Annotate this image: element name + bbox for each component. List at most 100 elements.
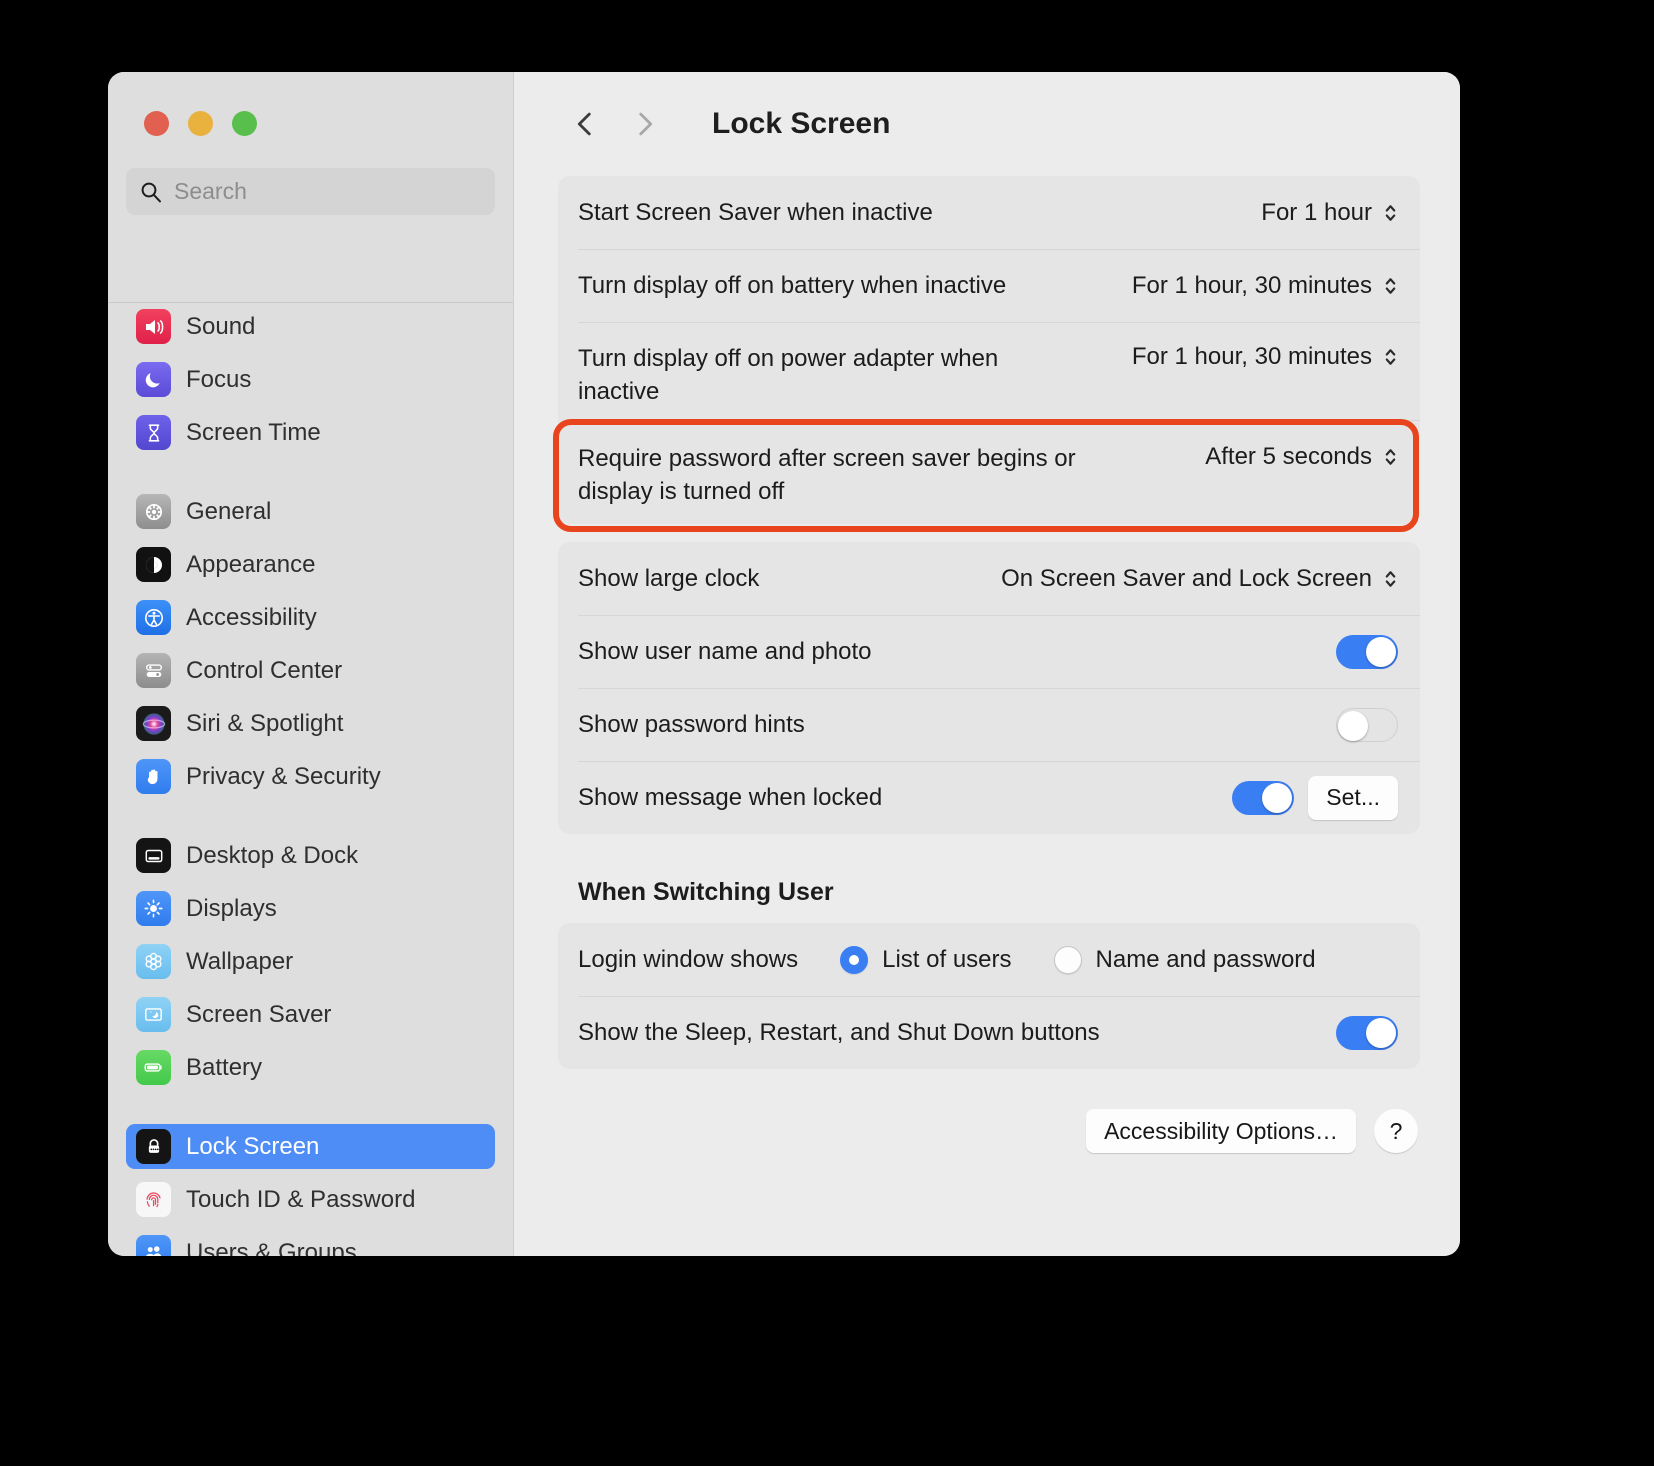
focus-icon [136,362,171,397]
zoom-button[interactable] [232,111,257,136]
sidebar-item-touch-id-password[interactable]: Touch ID & Password [126,1177,495,1222]
sidebar-item-label: Sound [186,313,255,341]
show-message-when-locked-toggle[interactable] [1232,781,1294,815]
show-user-name-photo-toggle[interactable] [1336,635,1398,669]
show-large-clock-popup[interactable]: On Screen Saver and Lock Screen [1001,564,1398,594]
row-label: Turn display off on battery when inactiv… [578,269,1132,302]
sidebar-item-sound[interactable]: Sound [126,304,495,349]
chevron-updown-icon [1383,564,1398,594]
row-show-sleep-restart-shutdown[interactable]: Show the Sleep, Restart, and Shut Down b… [558,996,1420,1069]
minimize-button[interactable] [188,111,213,136]
sidebar-item-general[interactable]: General [126,489,495,534]
row-require-password[interactable]: Require password after screen saver begi… [558,420,1420,524]
sidebar-item-siri-spotlight[interactable]: Siri & Spotlight [126,701,495,746]
siri-icon [136,706,171,741]
display-off-battery-popup[interactable]: For 1 hour, 30 minutes [1132,271,1398,301]
set-message-button[interactable]: Set... [1308,776,1398,820]
sound-icon [136,309,171,344]
screentime-icon [136,415,171,450]
sidebar-item-label: Appearance [186,551,315,579]
search-input[interactable] [174,178,481,205]
section-heading-switching-user: When Switching User [578,878,1420,907]
sidebar-spacer [108,807,513,833]
switching-user-card: Login window shows List of users Name an… [558,923,1420,1069]
sidebar-item-label: Accessibility [186,604,317,632]
row-control: For 1 hour, 30 minutes [1132,342,1398,372]
help-button[interactable]: ? [1374,1109,1418,1153]
sidebar-item-label: Displays [186,895,277,923]
sidebar-item-control-center[interactable]: Control Center [126,648,495,693]
chevron-left-icon[interactable] [562,101,608,147]
traffic-lights [108,72,513,136]
show-password-hints-toggle[interactable] [1336,708,1398,742]
radio-option-list-of-users[interactable]: List of users [840,946,1011,974]
screensaver-icon [136,997,171,1032]
sidebar-item-accessibility[interactable]: Accessibility [126,595,495,640]
chevron-right-icon[interactable] [622,101,668,147]
row-label: Login window shows [578,943,798,976]
sidebar-item-wallpaper[interactable]: Wallpaper [126,939,495,984]
users-icon [136,1235,171,1256]
row-label: Show large clock [578,562,1001,595]
row-label: Show user name and photo [578,635,1336,668]
sidebar-item-battery[interactable]: Battery [126,1045,495,1090]
sidebar-item-desktop-dock[interactable]: Desktop & Dock [126,833,495,878]
sidebar-item-label: Focus [186,366,251,394]
radio-option-name-and-password[interactable]: Name and password [1054,946,1316,974]
close-button[interactable] [144,111,169,136]
radio-button[interactable] [1054,946,1082,974]
radio-button[interactable] [840,946,868,974]
popup-value: After 5 seconds [1205,443,1372,471]
row-display-off-power-adapter[interactable]: Turn display off on power adapter when i… [558,322,1420,420]
row-login-window-shows: Login window shows List of users Name an… [558,923,1420,996]
desktopdock-icon [136,838,171,873]
popup-value: On Screen Saver and Lock Screen [1001,565,1372,593]
row-label: Require password after screen saver begi… [578,442,1138,508]
sidebar-item-focus[interactable]: Focus [126,357,495,402]
sidebar-item-label: Users & Groups [186,1239,357,1257]
sidebar-item-appearance[interactable]: Appearance [126,542,495,587]
row-label: Show password hints [578,708,1336,741]
row-display-off-battery[interactable]: Turn display off on battery when inactiv… [558,249,1420,322]
toggle-knob [1366,1018,1396,1048]
sidebar-nav[interactable]: Sound Focus Screen Time [108,232,513,1256]
hand-icon [136,759,171,794]
sidebar-item-label: Control Center [186,657,342,685]
popup-value: For 1 hour, 30 minutes [1132,272,1372,300]
sidebar-item-label: Screen Saver [186,1001,331,1029]
sidebar-item-label: General [186,498,271,526]
sidebar-item-users-groups[interactable]: Users & Groups [126,1230,495,1256]
sidebar-item-screen-saver[interactable]: Screen Saver [126,992,495,1037]
require-password-popup[interactable]: After 5 seconds [1205,442,1398,472]
accessibility-options-button[interactable]: Accessibility Options… [1086,1109,1356,1153]
row-control [1336,635,1398,669]
page-title: Lock Screen [712,107,890,141]
show-sleep-restart-shutdown-toggle[interactable] [1336,1016,1398,1050]
login-window-radio-group: List of users Name and password [840,946,1316,974]
toggle-knob [1262,783,1292,813]
sidebar-item-displays[interactable]: Displays [126,886,495,931]
timing-settings-card: Start Screen Saver when inactive For 1 h… [558,176,1420,524]
row-show-message-when-locked[interactable]: Show message when locked Set... [558,761,1420,834]
row-start-screen-saver[interactable]: Start Screen Saver when inactive For 1 h… [558,176,1420,249]
sidebar-item-screen-time[interactable]: Screen Time [126,410,495,455]
row-show-large-clock[interactable]: Show large clock On Screen Saver and Loc… [558,542,1420,615]
chevron-updown-icon [1383,442,1398,472]
sidebar-item-privacy-security[interactable]: Privacy & Security [126,754,495,799]
row-show-user-name-photo[interactable]: Show user name and photo [558,615,1420,688]
start-screen-saver-popup[interactable]: For 1 hour [1261,198,1398,228]
popup-value: For 1 hour [1261,199,1372,227]
fingerprint-icon [136,1182,171,1217]
accessibility-icon [136,600,171,635]
toggle-knob [1366,637,1396,667]
sidebar-item-lock-screen[interactable]: Lock Screen [126,1124,495,1169]
row-label: Turn display off on power adapter when i… [578,342,1078,408]
search-field[interactable] [126,168,495,215]
brightness-icon [136,891,171,926]
sidebar-item-label: Privacy & Security [186,763,381,791]
sidebar-divider [108,302,513,303]
display-off-power-adapter-popup[interactable]: For 1 hour, 30 minutes [1132,342,1398,372]
sidebar-spacer [108,1098,513,1124]
controlcenter-icon [136,653,171,688]
row-show-password-hints[interactable]: Show password hints [558,688,1420,761]
